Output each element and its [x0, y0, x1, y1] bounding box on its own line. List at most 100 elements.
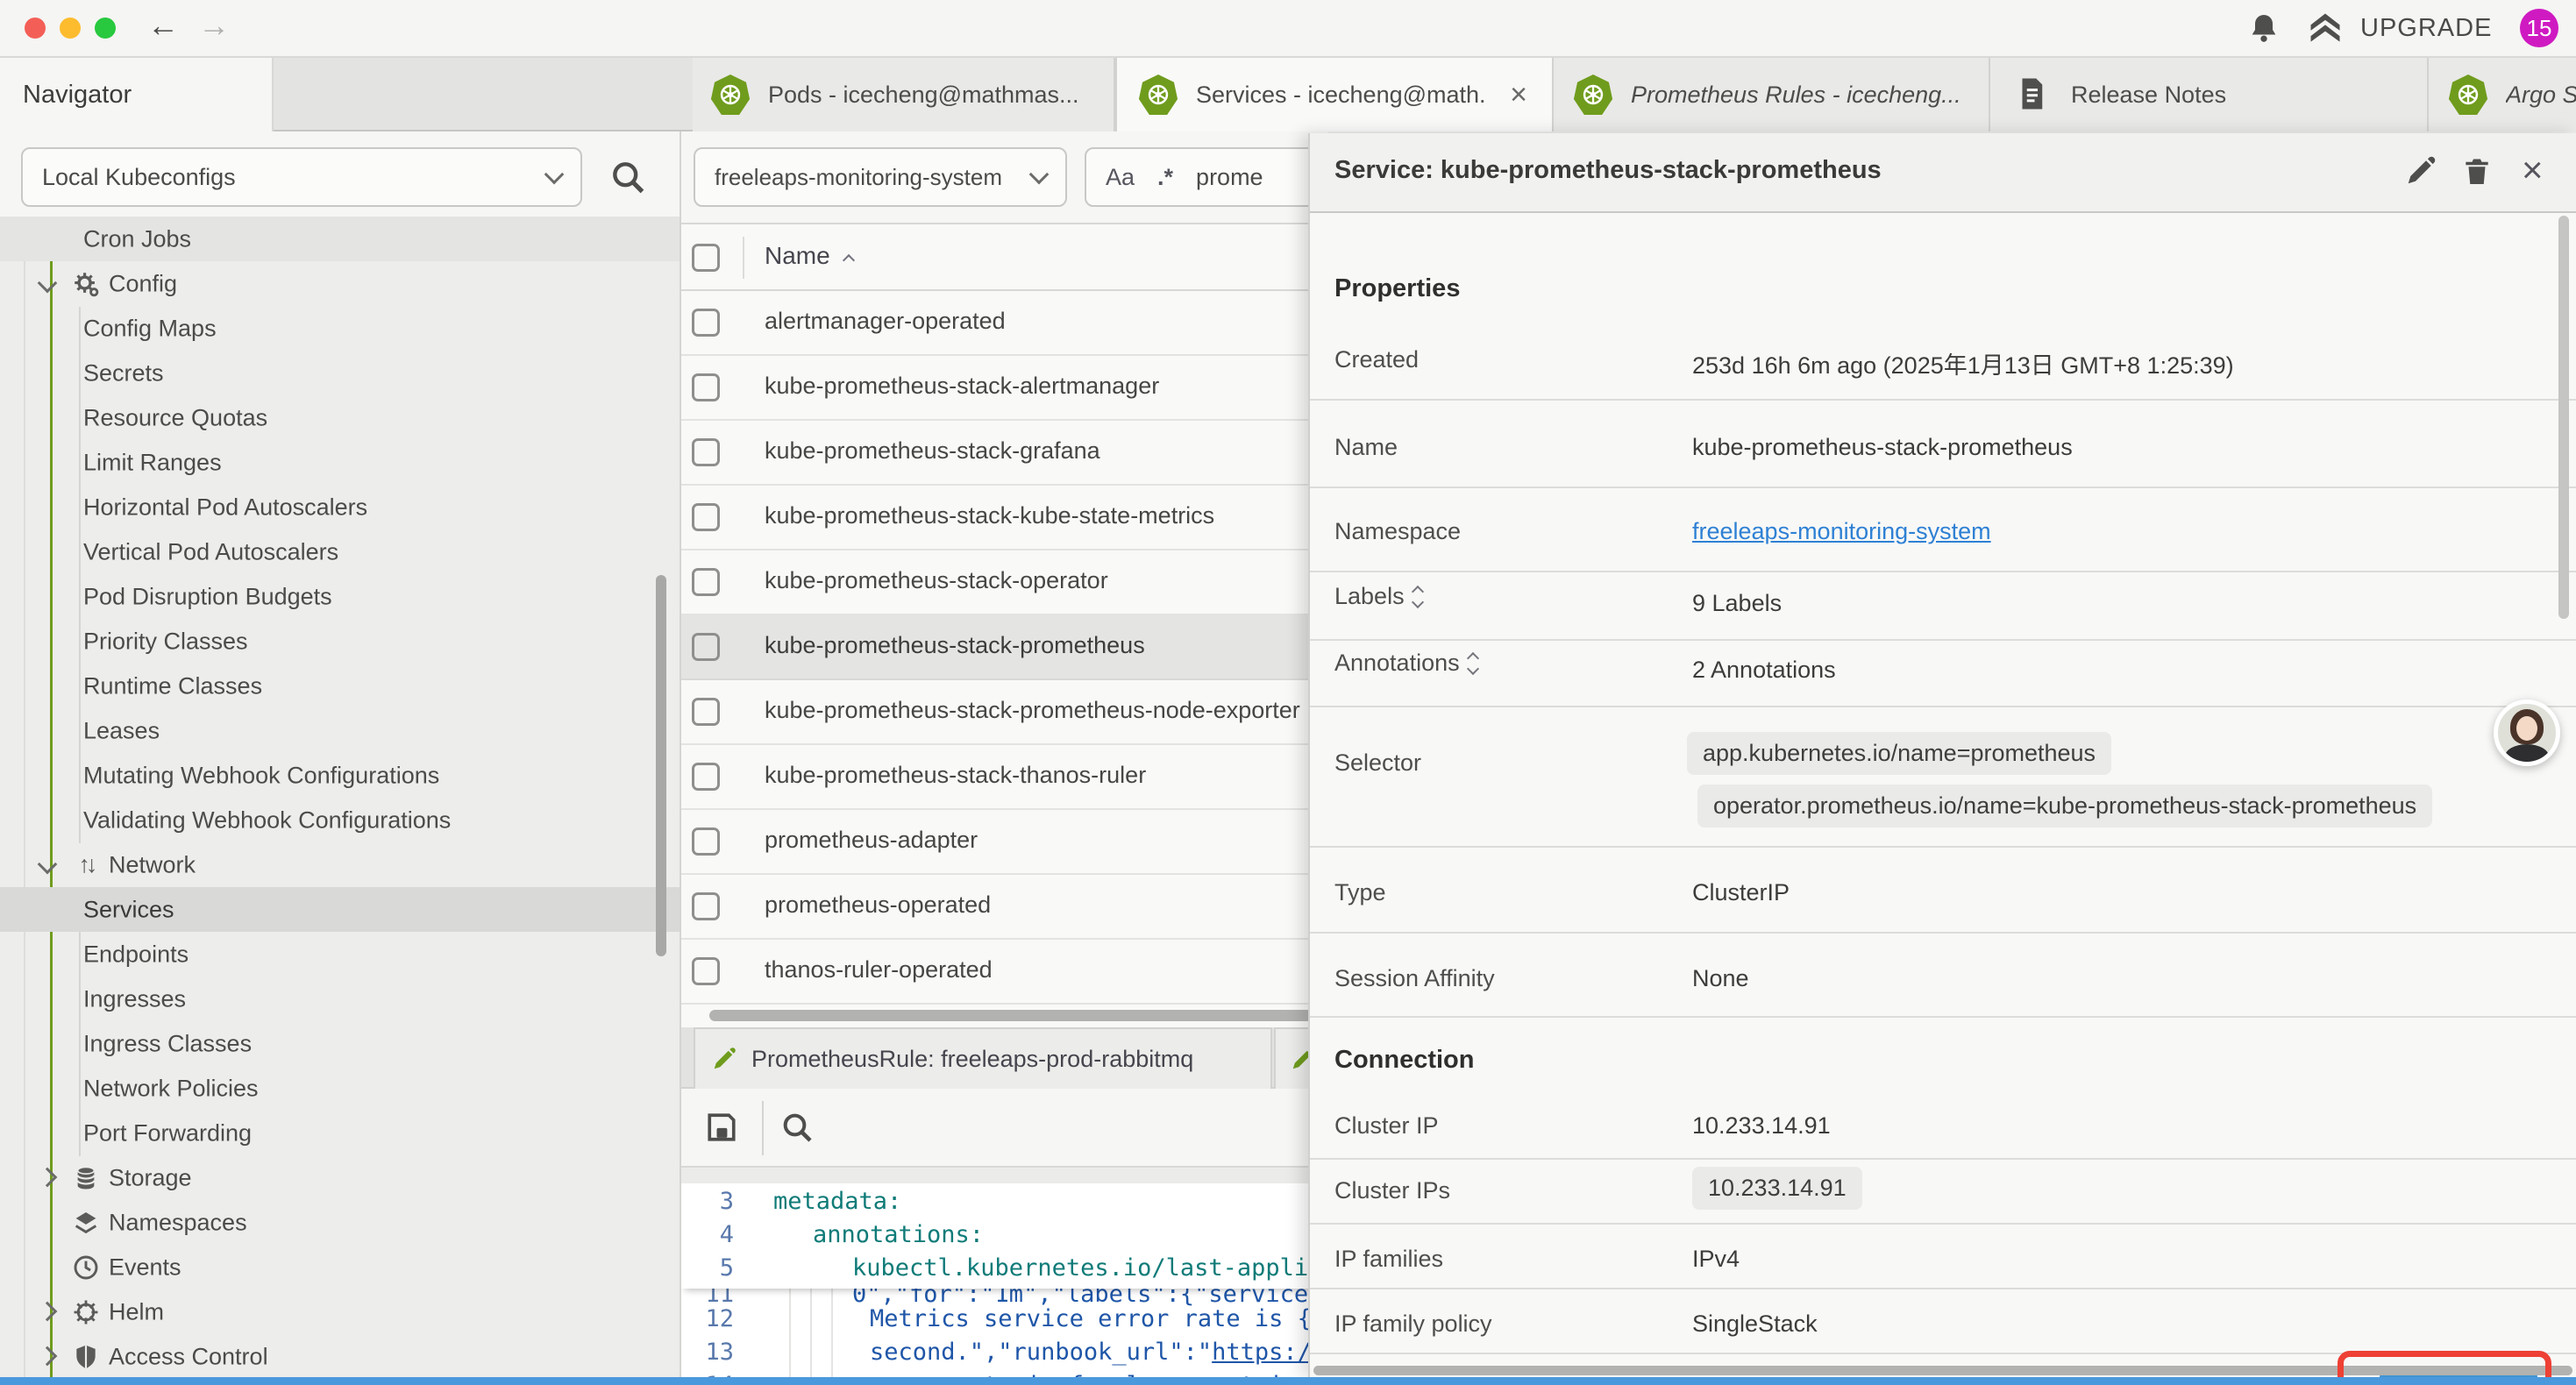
traffic-light-minimize[interactable]	[60, 18, 81, 39]
sidebar-item-port-forwarding[interactable]: Port Forwarding	[0, 1111, 680, 1155]
list-row[interactable]: kube-prometheus-stack-kube-state-metrics	[681, 486, 1328, 550]
traffic-light-zoom[interactable]	[95, 18, 116, 39]
sidebar-item-helm[interactable]: Helm	[0, 1289, 680, 1334]
list-row[interactable]: kube-prometheus-stack-operator	[681, 550, 1328, 615]
list-row[interactable]: kube-prometheus-stack-alertmanager	[681, 356, 1328, 421]
namespace-label: Namespace	[1334, 518, 1461, 545]
labels-label[interactable]: Labels	[1334, 583, 1422, 610]
expand-collapse-icon	[1469, 654, 1477, 673]
row-checkbox[interactable]	[692, 503, 720, 531]
chevron-right-icon[interactable]	[38, 1301, 58, 1321]
tab-release-notes[interactable]: Release Notes	[1990, 58, 2429, 131]
sidebar-item-ingress-classes[interactable]: Ingress Classes	[0, 1021, 680, 1066]
sidebar-item-horizontal-pod-autoscalers[interactable]: Horizontal Pod Autoscalers	[0, 485, 680, 529]
sidebar-item-namespaces[interactable]: Namespaces	[0, 1200, 680, 1245]
yaml-editor[interactable]: 11 0","for":"1m","labels":{"service":" 3…	[681, 1183, 1328, 1377]
chevron-right-icon[interactable]	[38, 1346, 58, 1366]
regex-toggle[interactable]: .*	[1157, 164, 1173, 191]
row-checkbox[interactable]	[692, 438, 720, 466]
tab-close-icon[interactable]: ×	[1510, 78, 1527, 112]
kubeconfig-selector[interactable]: Local Kubeconfigs	[21, 147, 582, 207]
service-name: kube-prometheus-stack-thanos-ruler	[765, 762, 1146, 789]
list-row[interactable]: kube-prometheus-stack-prometheus-node-ex…	[681, 680, 1328, 745]
tab-prometheus-rules[interactable]: Prometheus Rules - icecheng...	[1554, 58, 1990, 131]
sidebar-item-priority-classes[interactable]: Priority Classes	[0, 619, 680, 664]
list-row[interactable]: prometheus-adapter	[681, 810, 1328, 875]
filter-box[interactable]: Aa .* prome	[1085, 147, 1328, 207]
editor-tab-prometheusrule[interactable]: PrometheusRule: freeleaps-prod-rabbitmq	[694, 1027, 1272, 1089]
sidebar-item-storage[interactable]: Storage	[0, 1155, 680, 1200]
nav-forward-button[interactable]: →	[198, 7, 230, 44]
sidebar-item-resource-quotas[interactable]: Resource Quotas	[0, 395, 680, 440]
sidebar-scrollbar[interactable]	[656, 575, 666, 956]
sidebar-item-cron-jobs[interactable]: Cron Jobs	[0, 217, 680, 261]
sidebar-item-leases[interactable]: Leases	[0, 708, 680, 753]
list-row[interactable]: prometheus-operated	[681, 875, 1328, 940]
save-icon[interactable]	[702, 1108, 741, 1147]
sidebar-item-limit-ranges[interactable]: Limit Ranges	[0, 440, 680, 485]
nav-back-button[interactable]: ←	[147, 7, 179, 44]
tab-argo[interactable]: Argo Se	[2429, 58, 2576, 131]
sidebar-item-network[interactable]: ↑↓ Network	[0, 842, 680, 887]
kubernetes-icon	[710, 75, 751, 115]
select-all-checkbox[interactable]	[692, 244, 720, 272]
chevron-down-icon[interactable]	[38, 854, 58, 874]
detail-vertical-scrollbar[interactable]	[2558, 216, 2569, 619]
created-value: 253d 16h 6m ago (2025年1月13日 GMT+8 1:25:3…	[1692, 346, 2234, 380]
column-header-name[interactable]: Name	[765, 242, 830, 270]
sidebar-item-access-control[interactable]: Access Control	[0, 1334, 680, 1379]
sidebar-item-endpoints[interactable]: Endpoints	[0, 932, 680, 977]
sidebar-item-events[interactable]: Events	[0, 1245, 680, 1289]
row-checkbox[interactable]	[692, 568, 720, 596]
row-checkbox[interactable]	[692, 892, 720, 920]
chevron-down-icon[interactable]	[38, 273, 58, 293]
chevron-right-icon[interactable]	[38, 1167, 58, 1187]
sidebar-item-config[interactable]: Config	[0, 261, 680, 306]
sidebar-item-secrets[interactable]: Secrets	[0, 351, 680, 395]
row-checkbox[interactable]	[692, 373, 720, 401]
avatar[interactable]	[2494, 700, 2560, 766]
delete-trash-icon[interactable]	[2460, 154, 2494, 188]
row-checkbox[interactable]	[692, 957, 720, 985]
namespace-selector[interactable]: freeleaps-monitoring-system	[694, 147, 1067, 207]
sidebar-item-vertical-pod-autoscalers[interactable]: Vertical Pod Autoscalers	[0, 529, 680, 574]
list-horizontal-scrollbar[interactable]	[709, 1010, 1323, 1021]
document-icon	[2013, 75, 2050, 112]
resource-tree: Cron Jobs Config Config Maps Secrets Res…	[0, 224, 680, 1385]
sidebar-item-mutating-webhook-configurations[interactable]: Mutating Webhook Configurations	[0, 753, 680, 798]
upgrade-label[interactable]: UPGRADE	[2360, 14, 2492, 43]
match-case-toggle[interactable]: Aa	[1106, 164, 1135, 191]
sidebar-item-validating-webhook-configurations[interactable]: Validating Webhook Configurations	[0, 798, 680, 842]
list-row[interactable]: alertmanager-operated	[681, 291, 1328, 356]
edit-pencil-icon[interactable]	[2404, 154, 2437, 188]
sidebar-item-runtime-classes[interactable]: Runtime Classes	[0, 664, 680, 708]
notification-count-badge[interactable]: 15	[2520, 9, 2558, 47]
annotations-label[interactable]: Annotations	[1334, 650, 1477, 677]
helm-wheel-icon	[70, 1296, 102, 1328]
sidebar-search-icon[interactable]	[608, 158, 647, 196]
list-row[interactable]: kube-prometheus-stack-grafana	[681, 421, 1328, 486]
list-row-selected[interactable]: kube-prometheus-stack-prometheus	[681, 615, 1328, 680]
row-checkbox[interactable]	[692, 763, 720, 791]
sidebar-item-config-maps[interactable]: Config Maps	[0, 306, 680, 351]
list-header-row: Name	[681, 224, 1328, 291]
row-checkbox[interactable]	[692, 633, 720, 661]
filter-query[interactable]: prome	[1196, 164, 1263, 191]
notification-bell-icon[interactable]	[2246, 11, 2281, 46]
traffic-light-close[interactable]	[25, 18, 46, 39]
tab-services-active[interactable]: Services - icecheng@math... ×	[1115, 58, 1554, 131]
namespace-link[interactable]: freeleaps-monitoring-system	[1692, 518, 1991, 545]
list-row[interactable]: kube-prometheus-stack-thanos-ruler	[681, 745, 1328, 810]
editor-search-icon[interactable]	[779, 1110, 815, 1145]
upgrade-chevrons-icon[interactable]	[2306, 9, 2345, 47]
sidebar-item-pod-disruption-budgets[interactable]: Pod Disruption Budgets	[0, 574, 680, 619]
sidebar-item-ingresses[interactable]: Ingresses	[0, 977, 680, 1021]
row-checkbox[interactable]	[692, 827, 720, 856]
sidebar-item-network-policies[interactable]: Network Policies	[0, 1066, 680, 1111]
tab-pods[interactable]: Pods - icecheng@mathmas...	[693, 58, 1115, 131]
row-checkbox[interactable]	[692, 698, 720, 726]
close-icon[interactable]: ×	[2522, 149, 2544, 191]
sidebar-item-services[interactable]: Services	[0, 887, 680, 932]
row-checkbox[interactable]	[692, 309, 720, 337]
list-row[interactable]: thanos-ruler-operated	[681, 940, 1328, 1005]
